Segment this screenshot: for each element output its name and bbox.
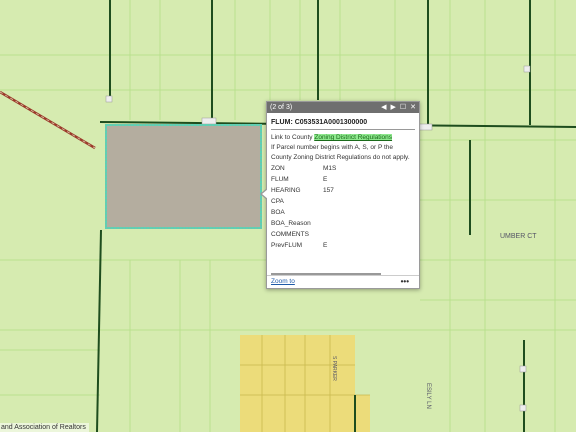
attribute-value: 157 bbox=[323, 187, 334, 194]
attribute-value: E bbox=[323, 242, 328, 249]
popup-pointer-inner bbox=[262, 189, 268, 199]
popup-link-line: Link to County Zoning District Regulatio… bbox=[271, 133, 415, 143]
attribute-value: E bbox=[323, 176, 328, 183]
popup-counter: (2 of 3) bbox=[270, 104, 293, 111]
link-prefix: Link to County bbox=[271, 134, 315, 141]
attribute-row: BOA bbox=[271, 207, 415, 218]
attribute-value: M1S bbox=[323, 165, 337, 172]
attribute-key: HEARING bbox=[271, 187, 301, 194]
popup-controls: ◀ ▶ ☐ ✕ bbox=[381, 102, 416, 113]
popup-header: (2 of 3) ◀ ▶ ☐ ✕ bbox=[267, 102, 419, 113]
attribute-row: HEARING 157 bbox=[271, 185, 415, 196]
prev-arrow-icon[interactable]: ◀ bbox=[381, 102, 386, 113]
attribute-key: ZON bbox=[271, 165, 285, 172]
attribute-key: BOA_Reason bbox=[271, 220, 311, 227]
map-attribution: and Association of Realtors bbox=[0, 423, 89, 432]
popup-body: Link to County Zoning District Regulatio… bbox=[267, 130, 419, 265]
popup-note: If Parcel number begins with A, S, or P … bbox=[271, 144, 410, 161]
popup-footer: Zoom to ••• bbox=[267, 275, 419, 288]
attribute-key: COMMENTS bbox=[271, 231, 309, 238]
more-actions-icon[interactable]: ••• bbox=[401, 276, 409, 288]
attribute-row: FLUM E bbox=[271, 174, 415, 185]
attribute-table: ZON M1S FLUM E HEARING 157 CPA BOA BOA_Reas… bbox=[271, 163, 415, 251]
attribute-row: ZON M1S bbox=[271, 163, 415, 174]
attribute-key: PrevFLUM bbox=[271, 242, 303, 249]
attribute-key: BOA bbox=[271, 209, 285, 216]
attribute-row: BOA_Reason bbox=[271, 218, 415, 229]
feature-popup: (2 of 3) ◀ ▶ ☐ ✕ FLUM: C053531A000130000… bbox=[260, 101, 420, 289]
attribute-row: PrevFLUM E bbox=[271, 240, 415, 251]
close-icon[interactable]: ✕ bbox=[410, 102, 416, 113]
attribute-row: CPA bbox=[271, 196, 415, 207]
street-label-umber-ct: UMBER CT bbox=[500, 233, 537, 240]
attribute-key: FLUM bbox=[271, 176, 289, 183]
next-arrow-icon[interactable]: ▶ bbox=[390, 102, 395, 113]
selected-parcel[interactable] bbox=[105, 124, 262, 229]
maximize-icon[interactable]: ☐ bbox=[400, 102, 406, 113]
attribute-key: CPA bbox=[271, 198, 284, 205]
zoning-regulations-link[interactable]: Zoning District Regulations bbox=[314, 134, 393, 141]
attribute-row: COMMENTS bbox=[271, 229, 415, 240]
street-label-esily-ln: ESILY LN bbox=[425, 383, 431, 409]
street-label-vertical: S PARKER bbox=[331, 356, 337, 381]
zoom-to-link[interactable]: Zoom to bbox=[271, 278, 295, 285]
popup-title: FLUM: C053531A0001300000 bbox=[271, 119, 415, 130]
